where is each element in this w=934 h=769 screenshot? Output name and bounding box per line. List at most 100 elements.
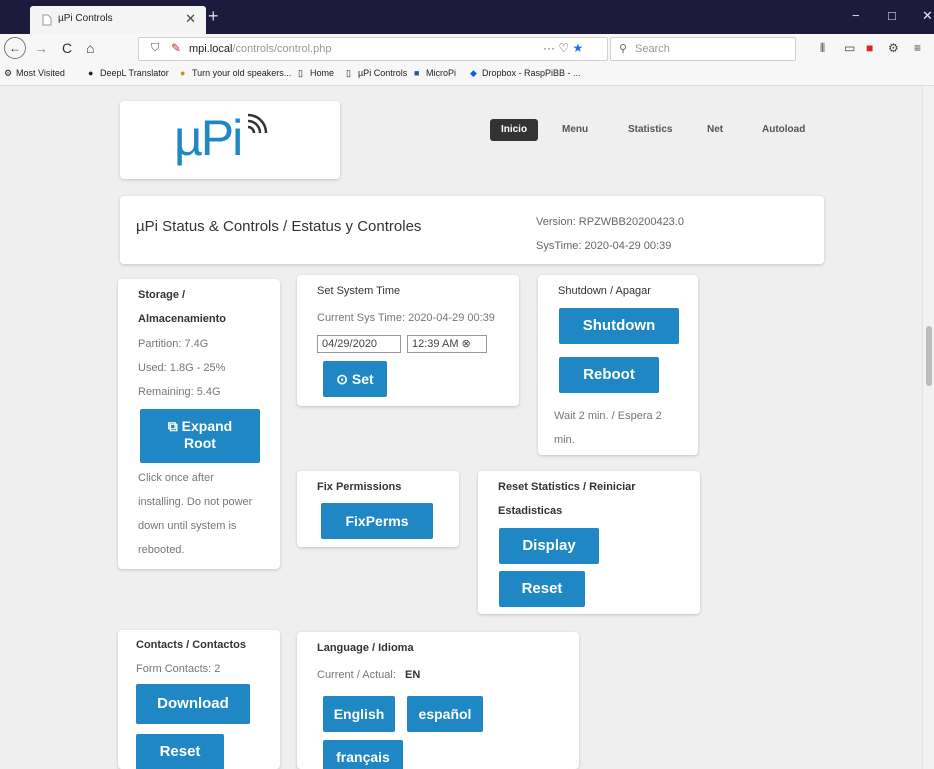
extension-gear-icon[interactable]: ⚙ xyxy=(888,41,899,55)
partition-text: Partition: 7.4G xyxy=(138,338,209,350)
expand-label-line1: Expand xyxy=(181,418,233,434)
tab-title: µPi Controls xyxy=(58,13,113,24)
bookmark-star-icon[interactable]: ★ xyxy=(572,41,583,55)
nav-autoload[interactable]: Autoload xyxy=(762,119,805,141)
bookmark-label: Turn your old speakers... xyxy=(192,68,292,78)
systime-text: SysTime: 2020-04-29 00:39 xyxy=(536,240,672,252)
expand-root-button[interactable]: ⧉ Expand Root xyxy=(140,409,260,463)
shield-icon: ⛉ xyxy=(151,42,160,54)
date-input[interactable]: 04/29/2020 xyxy=(317,335,401,353)
minimize-icon[interactable]: − xyxy=(852,8,860,23)
url-actions[interactable]: ··· ♡ ★ xyxy=(543,41,583,55)
set-time-card: Set System Time Current Sys Time: 2020-0… xyxy=(297,275,519,406)
url-text[interactable]: mpi.local/controls/control.php xyxy=(189,43,331,55)
reload-button[interactable]: C xyxy=(62,39,72,57)
shutdown-button[interactable]: Shutdown xyxy=(559,308,679,344)
logo-card[interactable]: µPi xyxy=(120,101,340,179)
site-info-icon[interactable]: ✎ xyxy=(171,41,181,55)
menu-icon[interactable]: ≡ xyxy=(914,41,921,55)
browser-navbar: ← → C ⌂ ⛉ ✎ mpi.local/controls/control.p… xyxy=(0,34,934,64)
fix-permissions-card: Fix Permissions FixPerms xyxy=(297,471,459,547)
status-card: µPi Status & Controls / Estatus y Contro… xyxy=(120,196,824,264)
browser-tab[interactable]: µPi Controls ✕ xyxy=(30,6,206,34)
download-contacts-button[interactable]: Download xyxy=(136,684,250,724)
reset-statistics-card: Reset Statistics / Reiniciar Estadistica… xyxy=(478,471,700,614)
search-input[interactable]: Search xyxy=(635,43,670,55)
current-language-value: EN xyxy=(405,669,421,681)
back-button[interactable]: ← xyxy=(4,37,26,59)
contacts-card: Contacts / Contactos Form Contacts: 2 Do… xyxy=(118,630,280,769)
wifi-icon xyxy=(247,113,268,134)
sidebar-icon[interactable]: ▭ xyxy=(844,41,855,55)
reset-statistics-title-line1: Reset Statistics / Reiniciar xyxy=(498,481,636,493)
bookmark-label: DeepL Translator xyxy=(100,68,169,78)
close-window-icon[interactable]: ✕ xyxy=(922,8,933,24)
nav-inicio[interactable]: Inicio xyxy=(490,119,538,141)
extension-icon[interactable]: ■ xyxy=(866,41,873,55)
wait-text-line1: Wait 2 min. / Espera 2 xyxy=(554,410,662,422)
reset-statistics-button[interactable]: Reset xyxy=(499,571,585,607)
new-tab-button[interactable]: + xyxy=(208,6,219,26)
url-bar[interactable]: ⛉ ✎ mpi.local/controls/control.php ··· ♡… xyxy=(138,37,608,61)
gear-icon: ⚙ xyxy=(4,68,13,78)
reset-contacts-button[interactable]: Reset xyxy=(136,734,224,769)
time-input[interactable]: 12:39 AM ⊗ xyxy=(407,335,487,353)
page-actions-icon[interactable]: ··· xyxy=(543,41,555,55)
logo: µPi xyxy=(174,110,243,166)
expand-note-line4: rebooted. xyxy=(138,544,185,556)
deepl-icon: ● xyxy=(88,68,94,78)
microsoft-icon: ■ xyxy=(414,68,420,78)
pocket-icon[interactable]: ♡ xyxy=(558,41,569,55)
shutdown-card: Shutdown / Apagar Shutdown Reboot Wait 2… xyxy=(538,275,698,455)
expand-note-line3: down until system is xyxy=(138,520,237,532)
form-contacts-text: Form Contacts: 2 xyxy=(136,663,221,675)
close-tab-icon[interactable]: ✕ xyxy=(185,11,196,27)
nav-net[interactable]: Net xyxy=(707,119,723,141)
forward-button[interactable]: → xyxy=(34,39,48,57)
current-language-label: Current / Actual: xyxy=(317,669,396,681)
scrollbar-thumb[interactable] xyxy=(926,326,932,386)
language-card: Language / Idioma Current / Actual: EN E… xyxy=(297,632,579,769)
bookmark-most-visited[interactable]: ⚙ Most Visited xyxy=(4,68,65,79)
bookmark-deepl[interactable]: ● DeepL Translator xyxy=(88,68,169,78)
bookmark-dropbox[interactable]: ◆ Dropbox - RaspPiBB - ... xyxy=(470,68,581,79)
nav-menu[interactable]: Menu xyxy=(562,119,588,141)
maximize-icon[interactable]: □ xyxy=(888,8,896,23)
remaining-text: Remaining: 5.4G xyxy=(138,386,221,398)
bookmark-upi-controls[interactable]: ▯ µPi Controls xyxy=(346,68,407,79)
bookmark-label: MicroPi xyxy=(426,68,457,78)
speaker-icon: ● xyxy=(180,68,186,78)
storage-title-line1: Storage / xyxy=(138,289,186,301)
fixperms-button[interactable]: FixPerms xyxy=(321,503,433,539)
bookmark-label: Home xyxy=(310,68,335,78)
clear-time-icon[interactable]: ⊗ xyxy=(462,338,471,350)
page-title: µPi Status & Controls / Estatus y Contro… xyxy=(136,218,422,235)
english-button[interactable]: English xyxy=(323,696,395,732)
set-time-title: Set System Time xyxy=(317,285,401,297)
library-icon[interactable]: ⫴ xyxy=(820,41,825,56)
bookmarks-bar: ⚙ Most Visited ● DeepL Translator ● Turn yo… xyxy=(0,64,934,86)
storage-card: Storage / Almacenamiento Partition: 7.4G… xyxy=(118,279,280,569)
expand-note-line1: Click once after xyxy=(138,472,214,484)
reboot-button[interactable]: Reboot xyxy=(559,357,659,393)
home-button[interactable]: ⌂ xyxy=(86,39,94,57)
current-sys-time-text: Current Sys Time: 2020-04-29 00:39 xyxy=(317,312,495,324)
bookmark-home[interactable]: ▯ Home xyxy=(298,68,334,79)
bookmark-label: Dropbox - RaspPiBB - ... xyxy=(482,68,581,78)
espanol-button[interactable]: español xyxy=(407,696,483,732)
bookmark-micropi[interactable]: ■ MicroPi xyxy=(414,68,456,78)
search-box[interactable]: ⚲ Search xyxy=(610,37,796,61)
bookmark-speakers[interactable]: ● Turn your old speakers... xyxy=(180,68,291,78)
url-host: mpi.local xyxy=(189,43,233,55)
set-label: Set xyxy=(351,371,374,387)
expand-icon: ⧉ xyxy=(167,418,178,434)
browser-titlebar: µPi Controls ✕ + − □ ✕ xyxy=(0,0,934,34)
language-title: Language / Idioma xyxy=(317,642,414,654)
display-button[interactable]: Display xyxy=(499,528,599,564)
francais-button[interactable]: français xyxy=(323,740,403,769)
scrollbar[interactable] xyxy=(922,86,934,769)
set-time-button[interactable]: ⊙ Set xyxy=(323,361,387,397)
storage-title-line2: Almacenamiento xyxy=(138,313,227,325)
nav-statistics[interactable]: Statistics xyxy=(628,119,672,141)
fix-permissions-title: Fix Permissions xyxy=(317,481,402,493)
